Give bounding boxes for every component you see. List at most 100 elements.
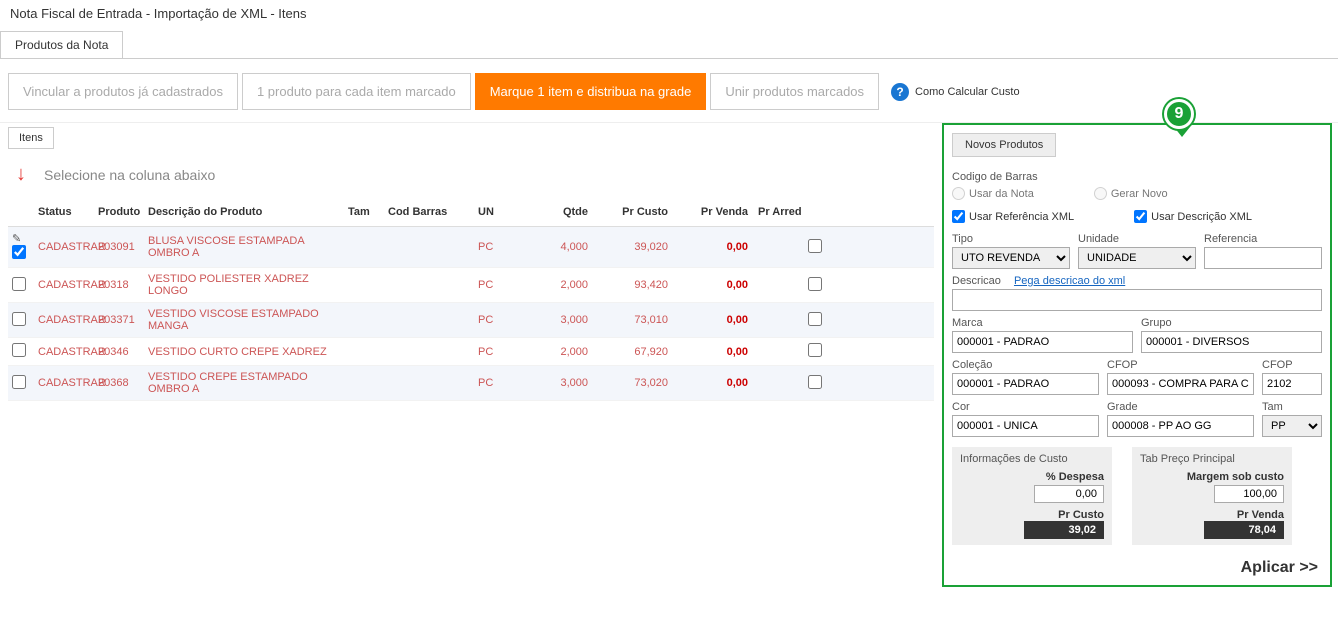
cell-produto: 203091 bbox=[98, 241, 148, 253]
grupo-input[interactable] bbox=[1141, 331, 1322, 353]
tab-preco-header: Tab Preço Principal bbox=[1140, 453, 1284, 465]
arrow-down-icon: ↓ bbox=[16, 163, 26, 186]
grupo-label: Grupo bbox=[1141, 317, 1322, 329]
pega-descricao-link[interactable]: Pega descricao do xml bbox=[1014, 275, 1125, 287]
table-row[interactable]: CADASTRAR203371VESTIDO VISCOSE ESTAMPADO… bbox=[8, 303, 934, 338]
col-tam: Tam bbox=[348, 206, 388, 218]
pin-number: 9 bbox=[1164, 99, 1194, 129]
cell-prcusto: 93,420 bbox=[598, 279, 678, 291]
info-custo-header: Informações de Custo bbox=[960, 453, 1104, 465]
margem-label: Margem sob custo bbox=[1140, 471, 1284, 483]
cell-status: CADASTRAR bbox=[38, 241, 98, 253]
despesa-input[interactable] bbox=[1034, 485, 1104, 503]
cfop-label: CFOP bbox=[1107, 359, 1254, 371]
tab-itens[interactable]: Itens bbox=[8, 127, 54, 149]
check-usar-ref-xml[interactable]: Usar Referência XML bbox=[952, 210, 1074, 223]
row-select-checkbox[interactable] bbox=[12, 277, 26, 291]
marca-label: Marca bbox=[952, 317, 1133, 329]
items-grid: Status Produto Descrição do Produto Tam … bbox=[8, 198, 934, 401]
cell-prcusto: 39,020 bbox=[598, 241, 678, 253]
cell-qtde: 4,000 bbox=[528, 241, 598, 253]
novos-produtos-panel: 9 Novos Produtos Codigo de Barras Usar d… bbox=[942, 123, 1332, 587]
grade-input[interactable] bbox=[1107, 415, 1254, 437]
despesa-label: % Despesa bbox=[960, 471, 1104, 483]
tab-produtos[interactable]: Produtos da Nota bbox=[0, 31, 123, 58]
row-end-checkbox[interactable] bbox=[808, 277, 822, 291]
toolbar: Vincular a produtos já cadastrados 1 pro… bbox=[0, 59, 1338, 123]
cell-prvenda: 0,00 bbox=[678, 377, 758, 389]
cell-produto: 20318 bbox=[98, 279, 148, 291]
edit-icon: ✎ bbox=[12, 233, 21, 245]
cor-input[interactable] bbox=[952, 415, 1099, 437]
cell-qtde: 3,000 bbox=[528, 377, 598, 389]
colecao-label: Coleção bbox=[952, 359, 1099, 371]
cell-prvenda: 0,00 bbox=[678, 279, 758, 291]
grade-label: Grade bbox=[1107, 401, 1254, 413]
btn-um-produto[interactable]: 1 produto para cada item marcado bbox=[242, 73, 471, 110]
row-end-checkbox[interactable] bbox=[808, 312, 822, 326]
cell-status: CADASTRAR bbox=[38, 279, 98, 291]
help-text: Como Calcular Custo bbox=[915, 86, 1020, 98]
row-select-checkbox[interactable] bbox=[12, 245, 26, 259]
prcusto-value: 39,02 bbox=[1024, 521, 1104, 539]
unidade-select[interactable]: UNIDADE bbox=[1078, 247, 1196, 269]
cell-un: PC bbox=[478, 314, 528, 326]
cfop2-input[interactable] bbox=[1262, 373, 1322, 395]
check-usar-desc-xml[interactable]: Usar Descrição XML bbox=[1134, 210, 1252, 223]
row-select-checkbox[interactable] bbox=[12, 312, 26, 326]
cell-produto: 20346 bbox=[98, 346, 148, 358]
cfop-input[interactable] bbox=[1107, 373, 1254, 395]
cell-desc: BLUSA VISCOSE ESTAMPADA OMBRO A bbox=[148, 235, 348, 259]
radio-usar-da-nota[interactable]: Usar da Nota bbox=[952, 187, 1034, 200]
row-end-checkbox[interactable] bbox=[808, 375, 822, 389]
tipo-label: Tipo bbox=[952, 233, 1070, 245]
help[interactable]: ? Como Calcular Custo bbox=[891, 83, 1020, 101]
tab-preco-box: Tab Preço Principal Margem sob custo Pr … bbox=[1132, 447, 1292, 545]
tam-select[interactable]: PP bbox=[1262, 415, 1322, 437]
prvenda-label: Pr Venda bbox=[1140, 509, 1284, 521]
cell-prvenda: 0,00 bbox=[678, 241, 758, 253]
tipo-select[interactable]: UTO REVENDA bbox=[952, 247, 1070, 269]
tabs: Produtos da Nota bbox=[0, 31, 1338, 59]
cell-prcusto: 73,010 bbox=[598, 314, 678, 326]
referencia-label: Referencia bbox=[1204, 233, 1322, 245]
radio-gerar-novo[interactable]: Gerar Novo bbox=[1094, 187, 1168, 200]
grid-header: Status Produto Descrição do Produto Tam … bbox=[8, 198, 934, 227]
descricao-input[interactable] bbox=[952, 289, 1322, 311]
col-qtde: Qtde bbox=[528, 206, 598, 218]
row-end-checkbox[interactable] bbox=[808, 239, 822, 253]
cell-un: PC bbox=[478, 377, 528, 389]
table-row[interactable]: CADASTRAR20368VESTIDO CREPE ESTAMPADO OM… bbox=[8, 366, 934, 401]
cell-status: CADASTRAR bbox=[38, 346, 98, 358]
margem-input[interactable] bbox=[1214, 485, 1284, 503]
col-un: UN bbox=[478, 206, 528, 218]
aplicar-button[interactable]: Aplicar >> bbox=[1241, 559, 1318, 577]
table-row[interactable]: CADASTRAR20346VESTIDO CURTO CREPE XADREZ… bbox=[8, 338, 934, 366]
referencia-input[interactable] bbox=[1204, 247, 1322, 269]
table-row[interactable]: ✎ CADASTRAR203091BLUSA VISCOSE ESTAMPADA… bbox=[8, 227, 934, 268]
btn-vincular[interactable]: Vincular a produtos já cadastrados bbox=[8, 73, 238, 110]
cell-prcusto: 67,920 bbox=[598, 346, 678, 358]
cell-produto: 203371 bbox=[98, 314, 148, 326]
tab-novos-produtos[interactable]: Novos Produtos bbox=[952, 133, 1056, 157]
cor-label: Cor bbox=[952, 401, 1099, 413]
col-prvenda: Pr Venda bbox=[678, 206, 758, 218]
row-end-checkbox[interactable] bbox=[808, 343, 822, 357]
tam-label: Tam bbox=[1262, 401, 1322, 413]
info-custo-box: Informações de Custo % Despesa Pr Custo … bbox=[952, 447, 1112, 545]
row-select-checkbox[interactable] bbox=[12, 375, 26, 389]
cell-desc: VESTIDO POLIESTER XADREZ LONGO bbox=[148, 273, 348, 297]
barcode-label: Codigo de Barras bbox=[952, 171, 1322, 183]
btn-unir[interactable]: Unir produtos marcados bbox=[710, 73, 879, 110]
btn-distribua-grade[interactable]: Marque 1 item e distribua na grade bbox=[475, 73, 707, 110]
cell-status: CADASTRAR bbox=[38, 314, 98, 326]
row-select-checkbox[interactable] bbox=[12, 343, 26, 357]
table-row[interactable]: CADASTRAR20318VESTIDO POLIESTER XADREZ L… bbox=[8, 268, 934, 303]
cell-desc: VESTIDO VISCOSE ESTAMPADO MANGA bbox=[148, 308, 348, 332]
prvenda-value: 78,04 bbox=[1204, 521, 1284, 539]
cell-qtde: 2,000 bbox=[528, 279, 598, 291]
cell-un: PC bbox=[478, 279, 528, 291]
marca-input[interactable] bbox=[952, 331, 1133, 353]
colecao-input[interactable] bbox=[952, 373, 1099, 395]
cell-status: CADASTRAR bbox=[38, 377, 98, 389]
